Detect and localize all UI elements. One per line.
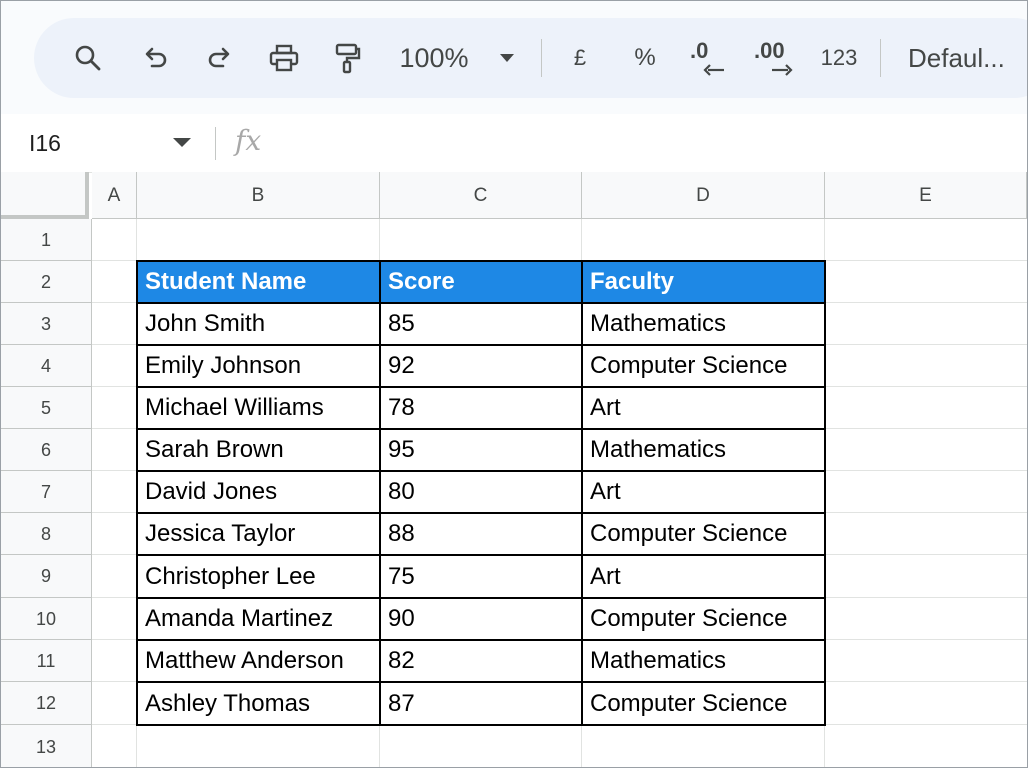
table-header-cell[interactable]: Student Name — [137, 261, 380, 303]
table-border — [136, 260, 138, 726]
row-header[interactable]: 3 — [1, 303, 92, 345]
table-border — [136, 681, 826, 683]
row-header[interactable]: 10 — [1, 598, 92, 640]
table-border — [581, 260, 583, 726]
table-cell[interactable]: 85 — [380, 303, 582, 345]
table-cell[interactable]: 75 — [380, 555, 582, 598]
zoom-dropdown-icon[interactable] — [494, 18, 520, 98]
sheet-grid[interactable]: A B C D E 1 2 3 4 5 6 7 8 9 10 11 12 13 — [1, 172, 1027, 767]
row-header[interactable]: 13 — [1, 725, 92, 767]
table-border — [136, 386, 826, 388]
table-cell[interactable]: Mathematics — [582, 303, 825, 345]
table-cell[interactable]: Computer Science — [582, 345, 825, 387]
table-cell[interactable]: Matthew Anderson — [137, 640, 380, 682]
select-all-corner[interactable] — [1, 172, 89, 219]
row-header[interactable]: 7 — [1, 471, 92, 513]
table-cell[interactable]: 88 — [380, 513, 582, 555]
toolbar: 100% £ % .0 .00 123 Defaul... — [34, 18, 1027, 98]
table-border — [136, 639, 826, 641]
column-header-b[interactable]: B — [137, 172, 380, 219]
name-box[interactable]: I16 — [29, 114, 61, 172]
paint-format-icon[interactable] — [327, 18, 367, 98]
table-border — [824, 260, 826, 726]
table-border — [136, 512, 826, 514]
name-box-dropdown-icon[interactable] — [173, 138, 191, 147]
table-border — [136, 344, 826, 346]
formula-bar-divider — [215, 127, 216, 160]
table-cell[interactable]: Michael Williams — [137, 387, 380, 429]
table-border — [136, 428, 826, 430]
table-cell[interactable]: Christopher Lee — [137, 555, 380, 598]
table-border — [379, 260, 381, 726]
percent-format-button[interactable]: % — [628, 18, 662, 98]
table-border — [136, 597, 826, 599]
toolbar-area: 100% £ % .0 .00 123 Defaul... — [1, 1, 1027, 114]
redo-icon[interactable] — [199, 18, 239, 98]
zoom-value: 100% — [399, 42, 469, 73]
search-icon[interactable] — [68, 18, 108, 98]
undo-icon[interactable] — [136, 18, 176, 98]
print-icon[interactable] — [264, 18, 304, 98]
table-cell[interactable]: 78 — [380, 387, 582, 429]
table-cell[interactable]: 92 — [380, 345, 582, 387]
row-header[interactable]: 1 — [1, 219, 92, 261]
table-cell[interactable]: Art — [582, 387, 825, 429]
row-header[interactable]: 2 — [1, 261, 92, 303]
column-header-e[interactable]: E — [825, 172, 1027, 219]
row-header[interactable]: 8 — [1, 513, 92, 555]
table-cell[interactable]: Emily Johnson — [137, 345, 380, 387]
table-cell[interactable]: 95 — [380, 429, 582, 471]
table-cell[interactable]: Sarah Brown — [137, 429, 380, 471]
toolbar-divider — [541, 39, 542, 77]
row-header[interactable]: 5 — [1, 387, 92, 429]
table-cell[interactable]: Art — [582, 555, 825, 598]
table-cell[interactable]: 82 — [380, 640, 582, 682]
row-header[interactable]: 9 — [1, 555, 92, 598]
table-cell[interactable]: 87 — [380, 682, 582, 725]
table-cell[interactable]: 90 — [380, 598, 582, 640]
decrease-decimal-button[interactable]: .0 — [686, 18, 730, 98]
fx-icon: fx — [235, 124, 262, 157]
column-header-d[interactable]: D — [582, 172, 825, 219]
currency-format-button[interactable]: £ — [564, 18, 596, 98]
table-cell[interactable]: David Jones — [137, 471, 380, 513]
increase-decimal-button[interactable]: .00 — [752, 18, 796, 98]
spreadsheet-window: 100% £ % .0 .00 123 Defaul... I16 fx A B… — [0, 0, 1028, 768]
table-cell[interactable]: Art — [582, 471, 825, 513]
font-select[interactable]: Defaul... — [908, 18, 1027, 98]
table-cell[interactable]: Computer Science — [582, 598, 825, 640]
table-cell[interactable]: Computer Science — [582, 682, 825, 725]
table-header-cell[interactable]: Score — [380, 261, 582, 303]
table-cell[interactable]: Ashley Thomas — [137, 682, 380, 725]
table-cell[interactable]: Amanda Martinez — [137, 598, 380, 640]
row-header[interactable]: 6 — [1, 429, 92, 471]
table-cell[interactable]: Mathematics — [582, 640, 825, 682]
table-cell[interactable]: 80 — [380, 471, 582, 513]
formula-bar: I16 fx — [1, 114, 1027, 173]
table-cell[interactable]: Jessica Taylor — [137, 513, 380, 555]
table-border — [136, 554, 826, 556]
table-border — [136, 260, 826, 262]
number-format-button[interactable]: 123 — [816, 18, 862, 98]
toolbar-divider — [880, 39, 881, 77]
column-header-c[interactable]: C — [380, 172, 582, 219]
table-border — [136, 470, 826, 472]
table-border — [136, 724, 826, 726]
table-cell[interactable]: Computer Science — [582, 513, 825, 555]
row-header[interactable]: 12 — [1, 682, 92, 725]
table-cell[interactable]: John Smith — [137, 303, 380, 345]
table-header-cell[interactable]: Faculty — [582, 261, 825, 303]
table-cell[interactable]: Mathematics — [582, 429, 825, 471]
row-header[interactable]: 4 — [1, 345, 92, 387]
zoom-select[interactable]: 100% — [394, 18, 474, 98]
table-border — [136, 302, 826, 304]
row-header[interactable]: 11 — [1, 640, 92, 682]
column-header-a[interactable]: A — [92, 172, 137, 219]
